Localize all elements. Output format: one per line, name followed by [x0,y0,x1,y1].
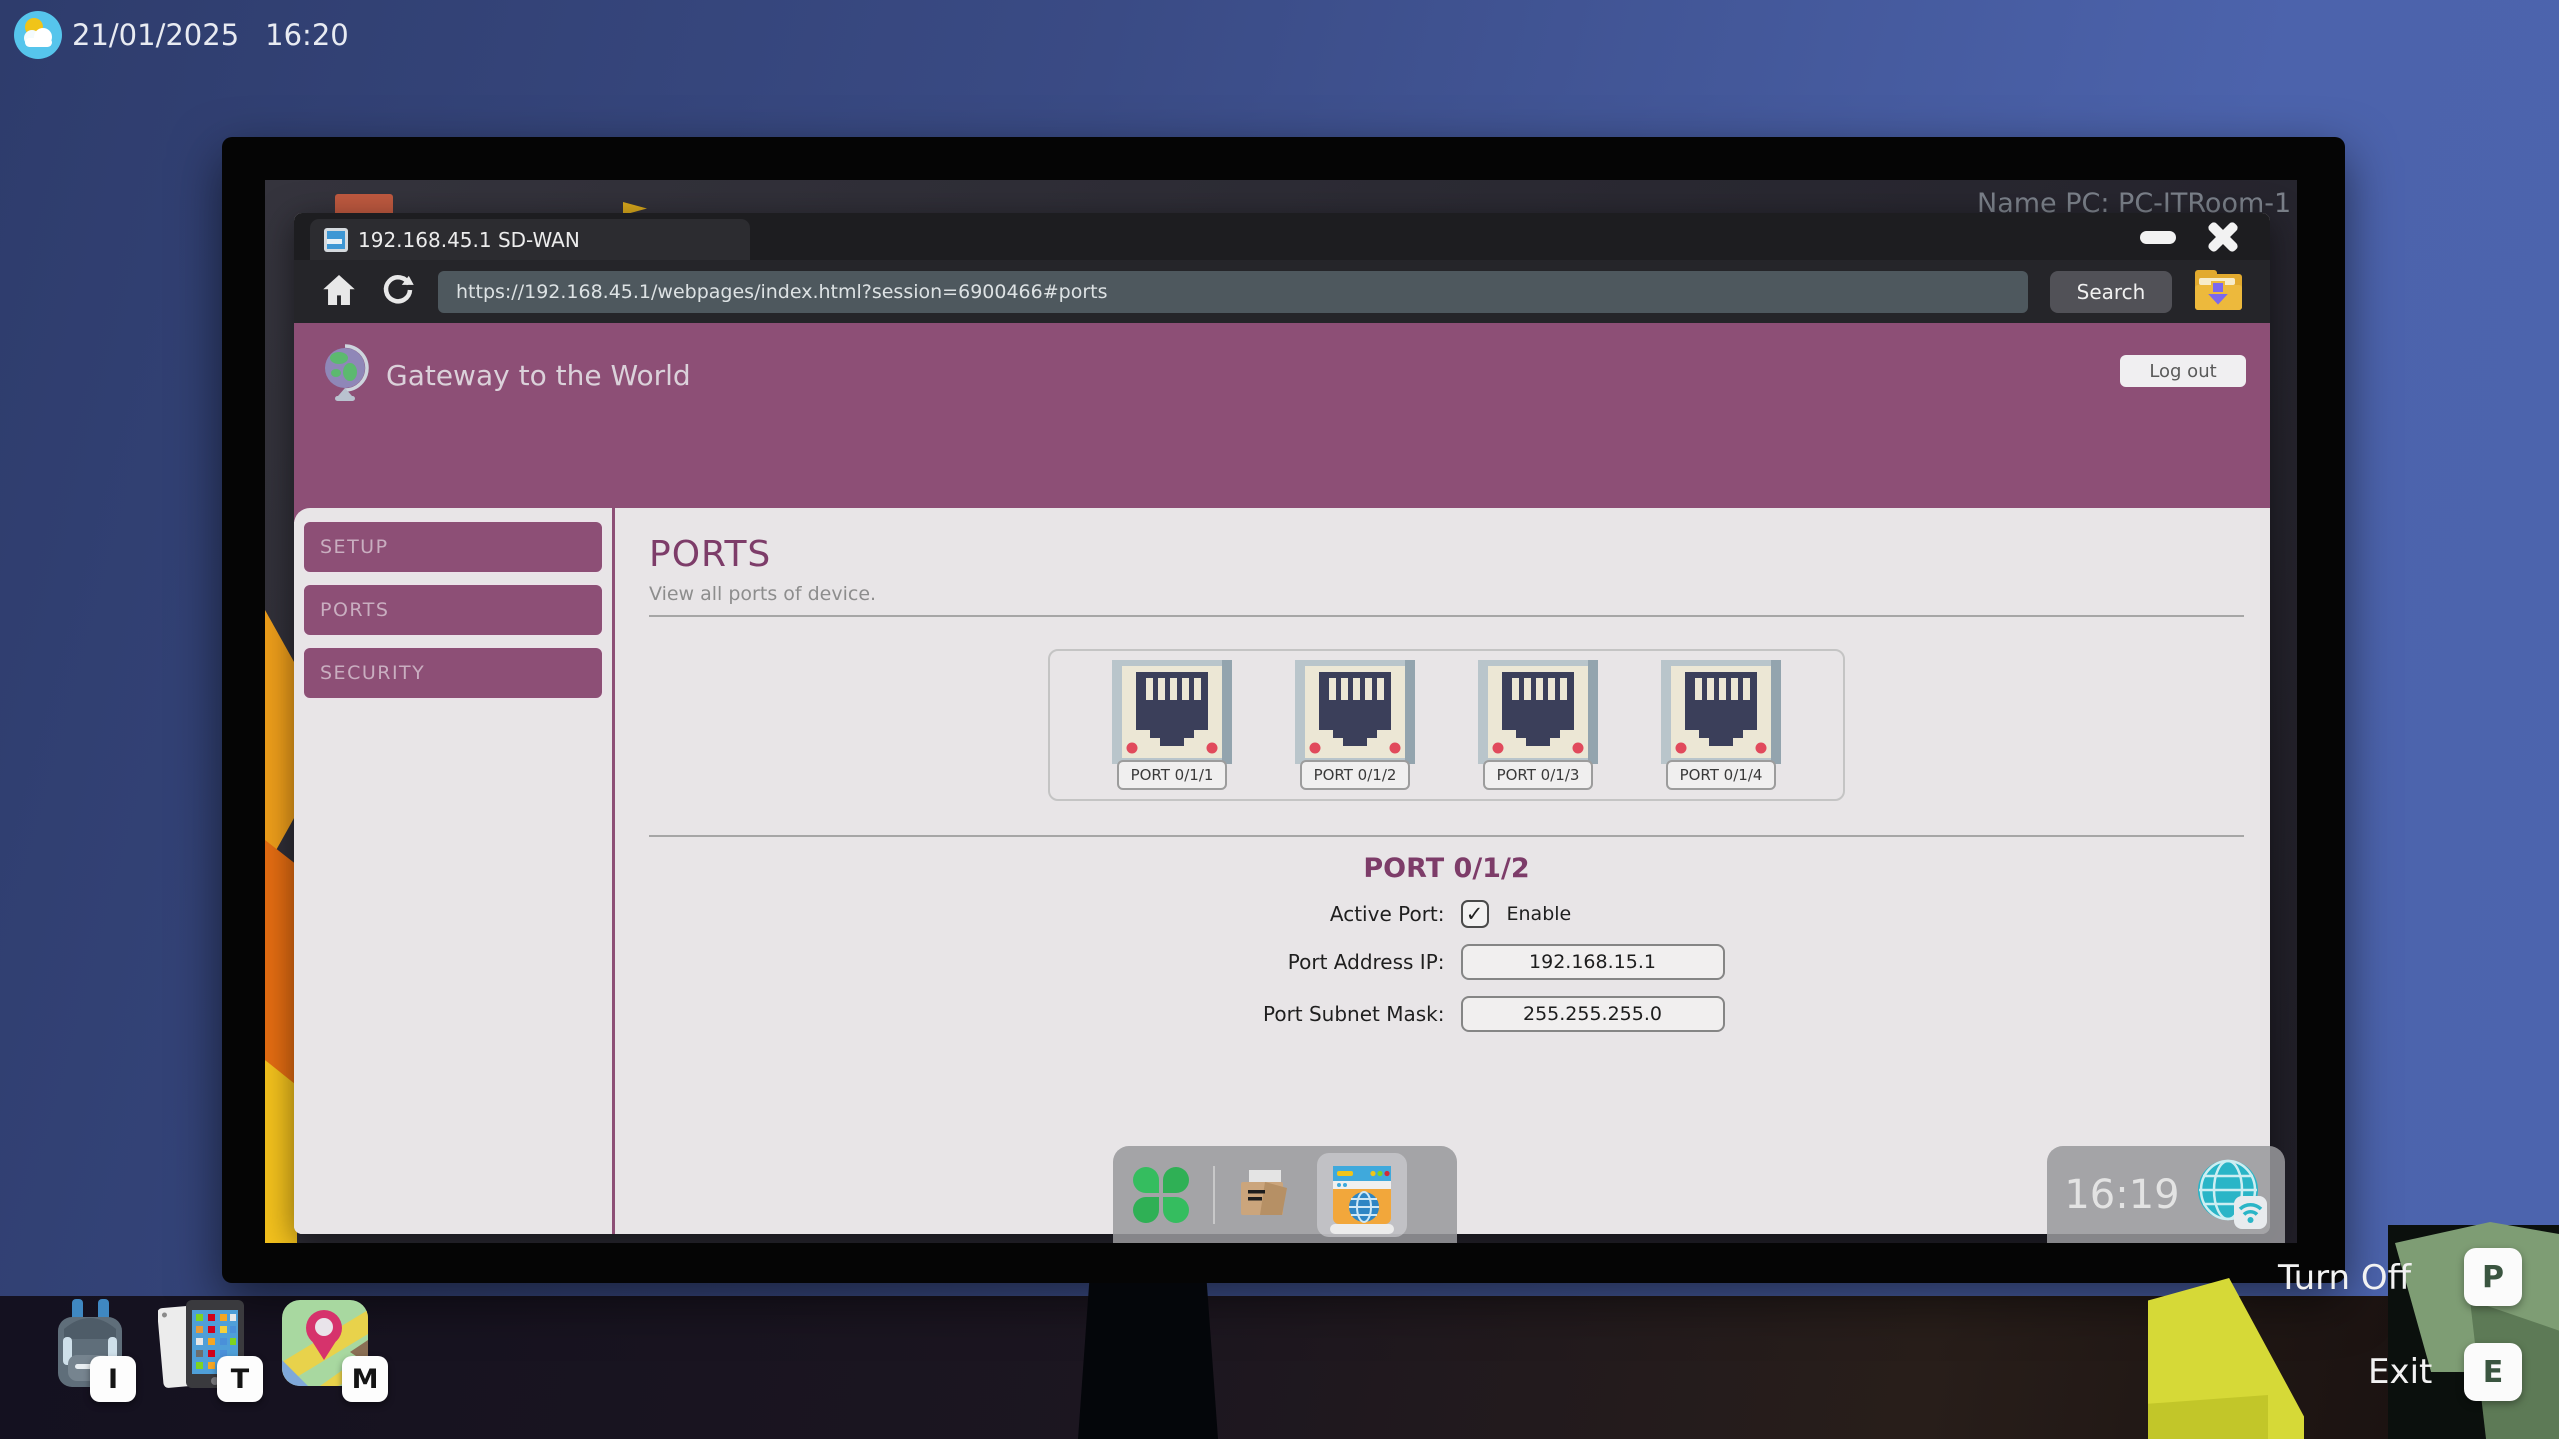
port-item-2[interactable]: PORT 0/1/2 [1294,660,1416,799]
port-label[interactable]: PORT 0/1/1 [1117,760,1228,790]
ports-panel: PORT 0/1/1 [1048,649,1845,801]
sidebar-item-setup[interactable]: SETUP [302,520,604,574]
minimize-button[interactable] [2140,231,2176,244]
downloads-folder-icon[interactable] [2194,268,2244,316]
wallpaper-shape [265,610,297,870]
hud-time: 16:20 [265,18,349,52]
exit-keycap: E [2464,1343,2522,1401]
browser-app-active[interactable] [1317,1153,1407,1237]
turn-off-keycap: P [2464,1248,2522,1306]
monitor-screen: Name PC: PC-ITRoom-1 192.168.45.1 SD-WAN [265,180,2297,1243]
dock-divider [1213,1166,1215,1224]
browser-tab[interactable]: 192.168.45.1 SD-WAN [310,219,750,260]
port-detail-section: PORT 0/1/2 Active Port: ✓ Enable Port Ad… [649,853,2244,1032]
sidebar: SETUP PORTS SECURITY [294,508,612,1234]
close-icon[interactable] [2200,216,2246,258]
browser-window: 192.168.45.1 SD-WAN Search [294,213,2270,1234]
mask-label: Port Subnet Mask: [1165,1002,1445,1026]
exit-action[interactable]: Exit [2368,1352,2432,1392]
refresh-icon[interactable] [380,272,416,312]
page-title: Gateway to the World [386,359,691,392]
backpack-keycap: I [90,1356,136,1402]
ip-row: Port Address IP: [649,944,2244,980]
ip-input[interactable] [1461,944,1725,980]
page-body: SETUP PORTS SECURITY PORTS View all port… [294,508,2270,1234]
network-globe-icon[interactable] [2194,1156,2268,1234]
port-detail-title: PORT 0/1/2 [649,853,2244,884]
url-input[interactable] [438,271,2028,313]
active-port-row: Active Port: ✓ Enable [649,900,2244,928]
mask-row: Port Subnet Mask: [649,996,2244,1032]
scene-root: 21/01/2025 16:20 Name PC: PC-ITRoom-1 19… [0,0,2559,1439]
ports-section: PORTS View all ports of device. [615,508,2270,1234]
desktop-icon-partial[interactable] [335,194,393,214]
ethernet-port-icon [1111,660,1233,764]
browser-app-icon [1333,1166,1391,1224]
wallpaper-shape [265,840,297,1090]
mask-input[interactable] [1461,996,1725,1032]
port-label[interactable]: PORT 0/1/2 [1300,760,1411,790]
tab-favicon-icon [324,228,348,252]
section-subtitle: View all ports of device. [649,583,2244,605]
port-item-3[interactable]: PORT 0/1/3 [1477,660,1599,799]
weather-icon [13,10,63,64]
sidebar-item-security[interactable]: SECURITY [302,646,604,700]
browser-toolbar: Search [294,260,2270,323]
tab-title: 192.168.45.1 SD-WAN [358,228,580,252]
start-menu-icon[interactable] [1133,1167,1189,1223]
enable-label: Enable [1507,903,1572,925]
taskbar-clock: 16:19 [2064,1172,2179,1218]
hud-date: 21/01/2025 [72,18,239,52]
taskbar-clock-widget: 16:19 [2047,1146,2285,1243]
section-title: PORTS [649,534,2244,575]
ethernet-port-icon [1660,660,1782,764]
ip-label: Port Address IP: [1165,950,1445,974]
wallpaper-shape [265,1060,297,1243]
ethernet-port-icon [1294,660,1416,764]
port-label[interactable]: PORT 0/1/4 [1666,760,1777,790]
divider [649,835,2244,837]
active-port-label: Active Port: [1165,902,1445,926]
home-icon[interactable] [320,272,358,312]
globe-logo-icon [318,343,372,407]
port-label[interactable]: PORT 0/1/3 [1483,760,1594,790]
active-app-indicator [1330,1224,1394,1234]
ethernet-port-icon [1477,660,1599,764]
taskbar-dock [1113,1146,1457,1243]
hud-datetime: 21/01/2025 16:20 [72,18,349,52]
port-item-4[interactable]: PORT 0/1/4 [1660,660,1782,799]
logout-button[interactable]: Log out [2120,355,2246,387]
files-app-icon[interactable] [1239,1170,1293,1220]
port-item-1[interactable]: PORT 0/1/1 [1111,660,1233,799]
browser-tabbar: 192.168.45.1 SD-WAN [294,213,2270,260]
enable-checkbox[interactable]: ✓ [1461,900,1489,928]
search-button[interactable]: Search [2050,271,2172,313]
turn-off-action[interactable]: Turn Off [2278,1258,2411,1298]
map-keycap: M [342,1356,388,1402]
monitor-stand [1078,1283,1218,1439]
divider [649,615,2244,617]
tablet-keycap: T [217,1356,263,1402]
sidebar-item-ports[interactable]: PORTS [302,583,604,637]
page-header: Gateway to the World Log out [294,323,2270,522]
